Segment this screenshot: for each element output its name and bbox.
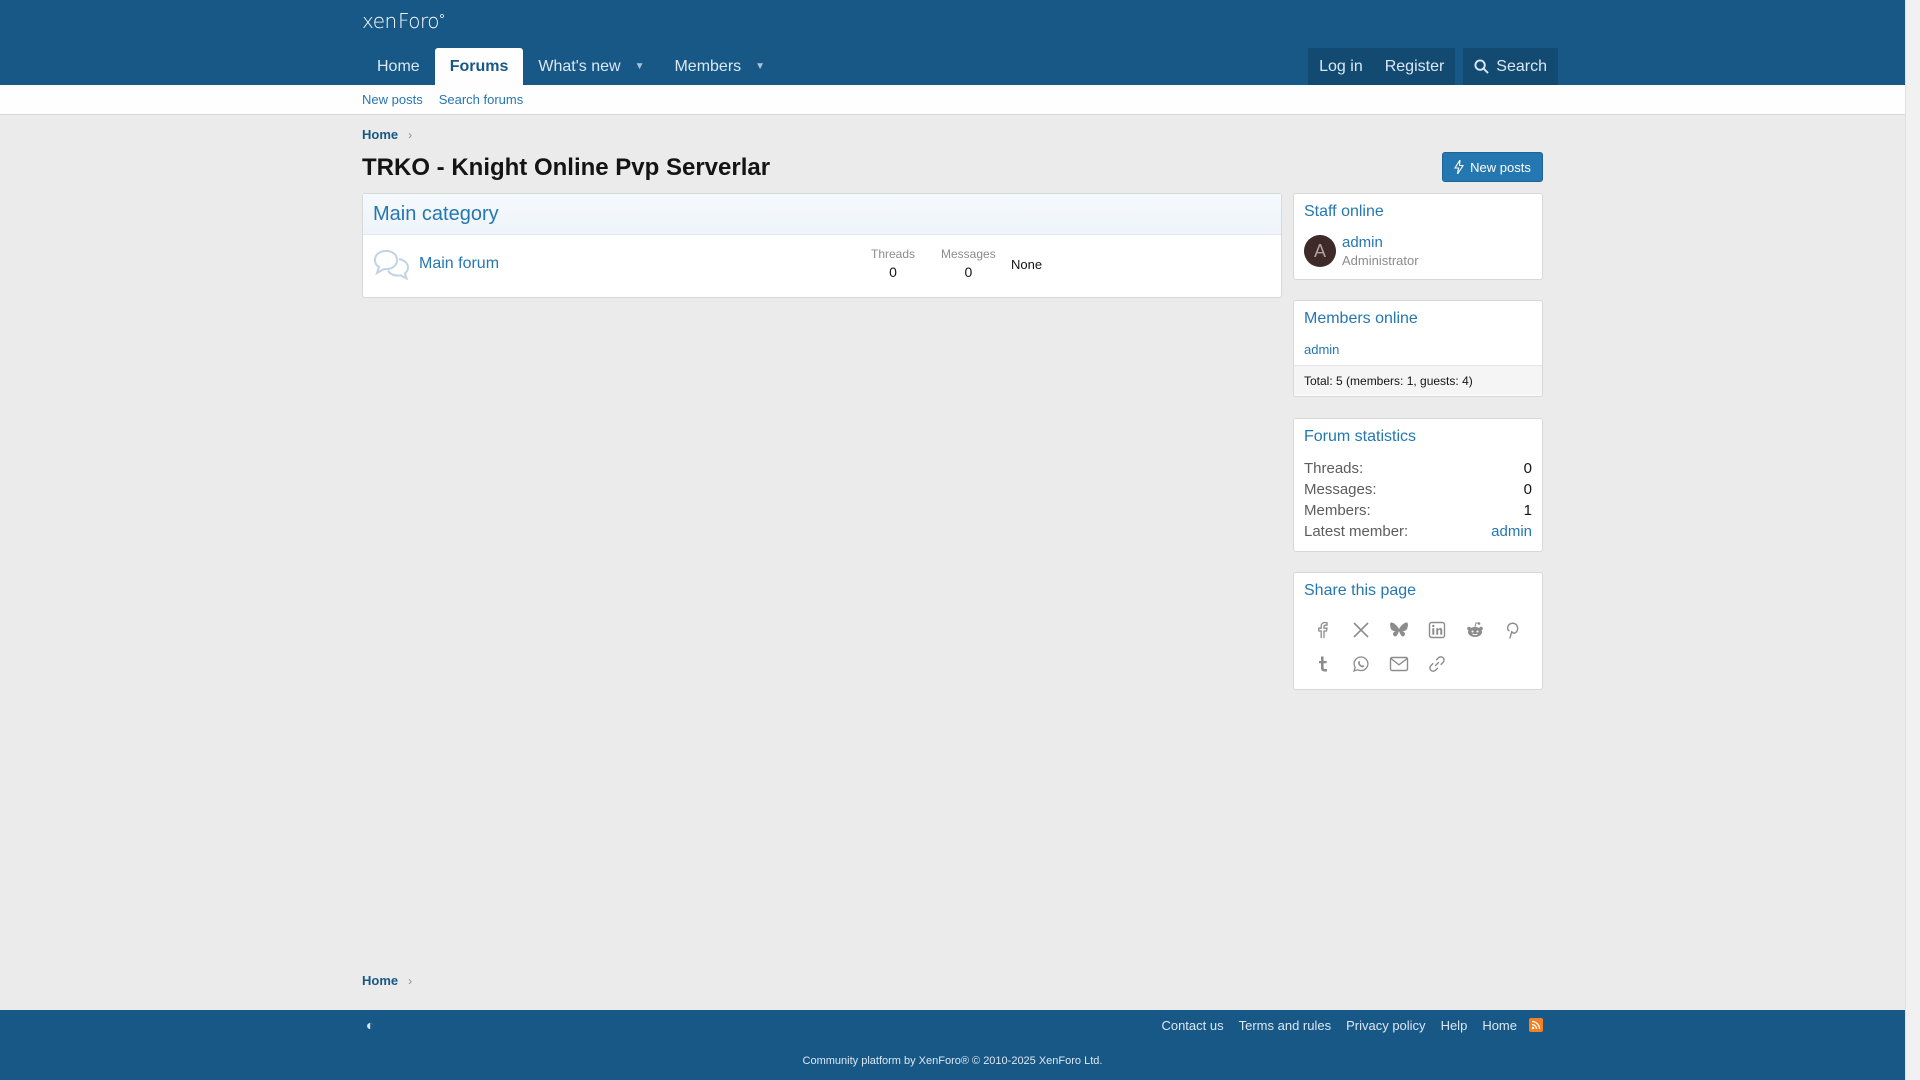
breadcrumb-home[interactable]: Home	[362, 127, 398, 142]
nav-tab-label: What's new	[538, 58, 621, 75]
nav-tab-whats-new[interactable]: What's new ▼	[523, 48, 659, 85]
stat-value: 0	[1523, 481, 1532, 498]
share-buttons	[1294, 607, 1544, 681]
footer-link-privacy[interactable]: Privacy policy	[1346, 1018, 1425, 1033]
subnav-search-forums[interactable]: Search forums	[439, 85, 524, 115]
last-post: None	[1011, 257, 1043, 272]
chevron-down-icon[interactable]: ▼	[635, 48, 645, 85]
site-header: xen Foro xenForo Home Forums What's new ▼…	[0, 0, 1920, 85]
staff-username[interactable]: admin	[1342, 234, 1383, 251]
svg-text:xen: xen	[362, 10, 397, 32]
stat-key: Messages:	[1304, 481, 1377, 498]
main-nav: Home Forums What's new ▼ Members ▼	[362, 48, 780, 85]
threads-label: Threads	[871, 247, 916, 261]
x-icon[interactable]	[1342, 613, 1380, 647]
pinterest-icon[interactable]	[1494, 613, 1532, 647]
nav-tab-members[interactable]: Members ▼	[659, 48, 780, 85]
sub-nav: New posts Search forums	[0, 85, 1920, 115]
theme-toggle-icon[interactable]: ◐	[366, 1017, 374, 1033]
bolt-icon	[1454, 160, 1465, 174]
breadcrumb: Home ›	[362, 127, 412, 142]
bluesky-icon[interactable]	[1380, 613, 1418, 647]
new-posts-button[interactable]: New posts	[1442, 152, 1543, 182]
stat-key: Threads:	[1304, 460, 1364, 477]
reddit-icon[interactable]	[1456, 613, 1494, 647]
footer-link-contact[interactable]: Contact us	[1161, 1018, 1223, 1033]
svg-text:Foro: Foro	[398, 10, 439, 32]
avatar[interactable]: A	[1304, 235, 1336, 267]
site-logo[interactable]: xen Foro xenForo	[362, 9, 444, 38]
forum-statistics-title: Forum statistics	[1304, 428, 1417, 445]
site-footer: ◐ Contact us Terms and rules Privacy pol…	[0, 1010, 1905, 1080]
nav-tab-label: Home	[377, 58, 420, 75]
search-button[interactable]: Search	[1463, 48, 1558, 85]
register-button[interactable]: Register	[1373, 48, 1456, 85]
stat-row: Members: 1	[1304, 502, 1532, 523]
stat-row: Threads: 0	[1304, 460, 1532, 481]
share-block: Share this page	[1293, 572, 1543, 690]
facebook-icon[interactable]	[1304, 613, 1342, 647]
search-icon	[1474, 59, 1490, 74]
footer-link-terms[interactable]: Terms and rules	[1239, 1018, 1331, 1033]
messages-label: Messages	[941, 247, 996, 261]
chevron-down-icon[interactable]: ▼	[755, 48, 765, 85]
threads-count: 0	[889, 264, 897, 280]
messages-count: 0	[964, 264, 973, 280]
stat-row: Latest member: admin	[1304, 523, 1532, 544]
xenforo-logo-icon: xen Foro	[362, 9, 444, 33]
category-title[interactable]: Main category	[373, 203, 499, 225]
stat-value: 0	[1523, 460, 1532, 477]
nav-tab-home[interactable]: Home	[362, 48, 435, 85]
forum-title[interactable]: Main forum	[419, 255, 499, 273]
whatsapp-icon[interactable]	[1342, 647, 1380, 681]
stat-value: 1	[1523, 502, 1532, 519]
staff-online-title: Staff online	[1304, 203, 1384, 220]
stat-key: Members:	[1304, 502, 1371, 519]
footer-nav: ◐ Contact us Terms and rules Privacy pol…	[362, 1010, 1543, 1040]
nav-tab-label: Forums	[449, 58, 509, 75]
copyright: Community platform by XenForo® © 2010-20…	[802, 1055, 1103, 1067]
email-icon[interactable]	[1380, 647, 1418, 681]
latest-member-link[interactable]: admin	[1491, 523, 1532, 544]
page-title: TRKO - Knight Online Pvp Serverlar	[362, 154, 771, 181]
breadcrumb-bottom: Home ›	[362, 973, 412, 988]
stat-row: Messages: 0	[1304, 481, 1532, 502]
forum-statistics-block: Forum statistics Threads: 0 Messages: 0 Me…	[1293, 418, 1543, 552]
category-header: Main category	[363, 194, 1281, 235]
search-label: Search	[1496, 57, 1547, 75]
rss-icon[interactable]	[1529, 1018, 1543, 1032]
nav-tab-label: Members	[674, 58, 742, 75]
members-online-title: Members online	[1304, 310, 1418, 327]
staff-role: Administrator	[1342, 253, 1419, 268]
stats-list: Threads: 0 Messages: 0 Members: 1 Latest me…	[1294, 453, 1542, 544]
online-member-link[interactable]: admin	[1294, 335, 1542, 365]
subnav-new-posts[interactable]: New posts	[362, 85, 423, 115]
forum-comments-icon	[373, 249, 410, 281]
members-total: Total: 5 (members: 1, guests: 4)	[1294, 365, 1542, 395]
messages-stat: Messages 0	[941, 247, 996, 280]
chevron-right-icon: ›	[408, 127, 413, 142]
user-nav: Log in Register Search	[1308, 48, 1558, 85]
staff-member: A admin Administrator	[1294, 228, 1542, 268]
members-online-block: Members online admin Total: 5 (members: …	[1293, 300, 1543, 397]
tumblr-icon[interactable]	[1304, 647, 1342, 681]
forum-row: Main forum Threads 0 Messages 0 None	[363, 235, 1281, 297]
login-button[interactable]: Log in	[1308, 48, 1374, 85]
linkedin-icon[interactable]	[1418, 613, 1456, 647]
category-block: Main category Main forum Threads 0 Messa…	[362, 193, 1282, 298]
link-icon[interactable]	[1418, 647, 1456, 681]
new-posts-label: New posts	[1470, 159, 1531, 175]
footer-link-help[interactable]: Help	[1441, 1018, 1468, 1033]
footer-link-home[interactable]: Home	[1482, 1018, 1517, 1033]
staff-online-block: Staff online A admin Administrator	[1293, 193, 1543, 280]
breadcrumb-home[interactable]: Home	[362, 973, 398, 988]
threads-stat: Threads 0	[871, 247, 915, 280]
scrollbar[interactable]	[1905, 0, 1920, 1080]
nav-tab-forums[interactable]: Forums	[434, 48, 524, 85]
stat-key: Latest member:	[1304, 523, 1409, 540]
chevron-right-icon: ›	[408, 973, 413, 988]
share-title: Share this page	[1304, 582, 1417, 599]
